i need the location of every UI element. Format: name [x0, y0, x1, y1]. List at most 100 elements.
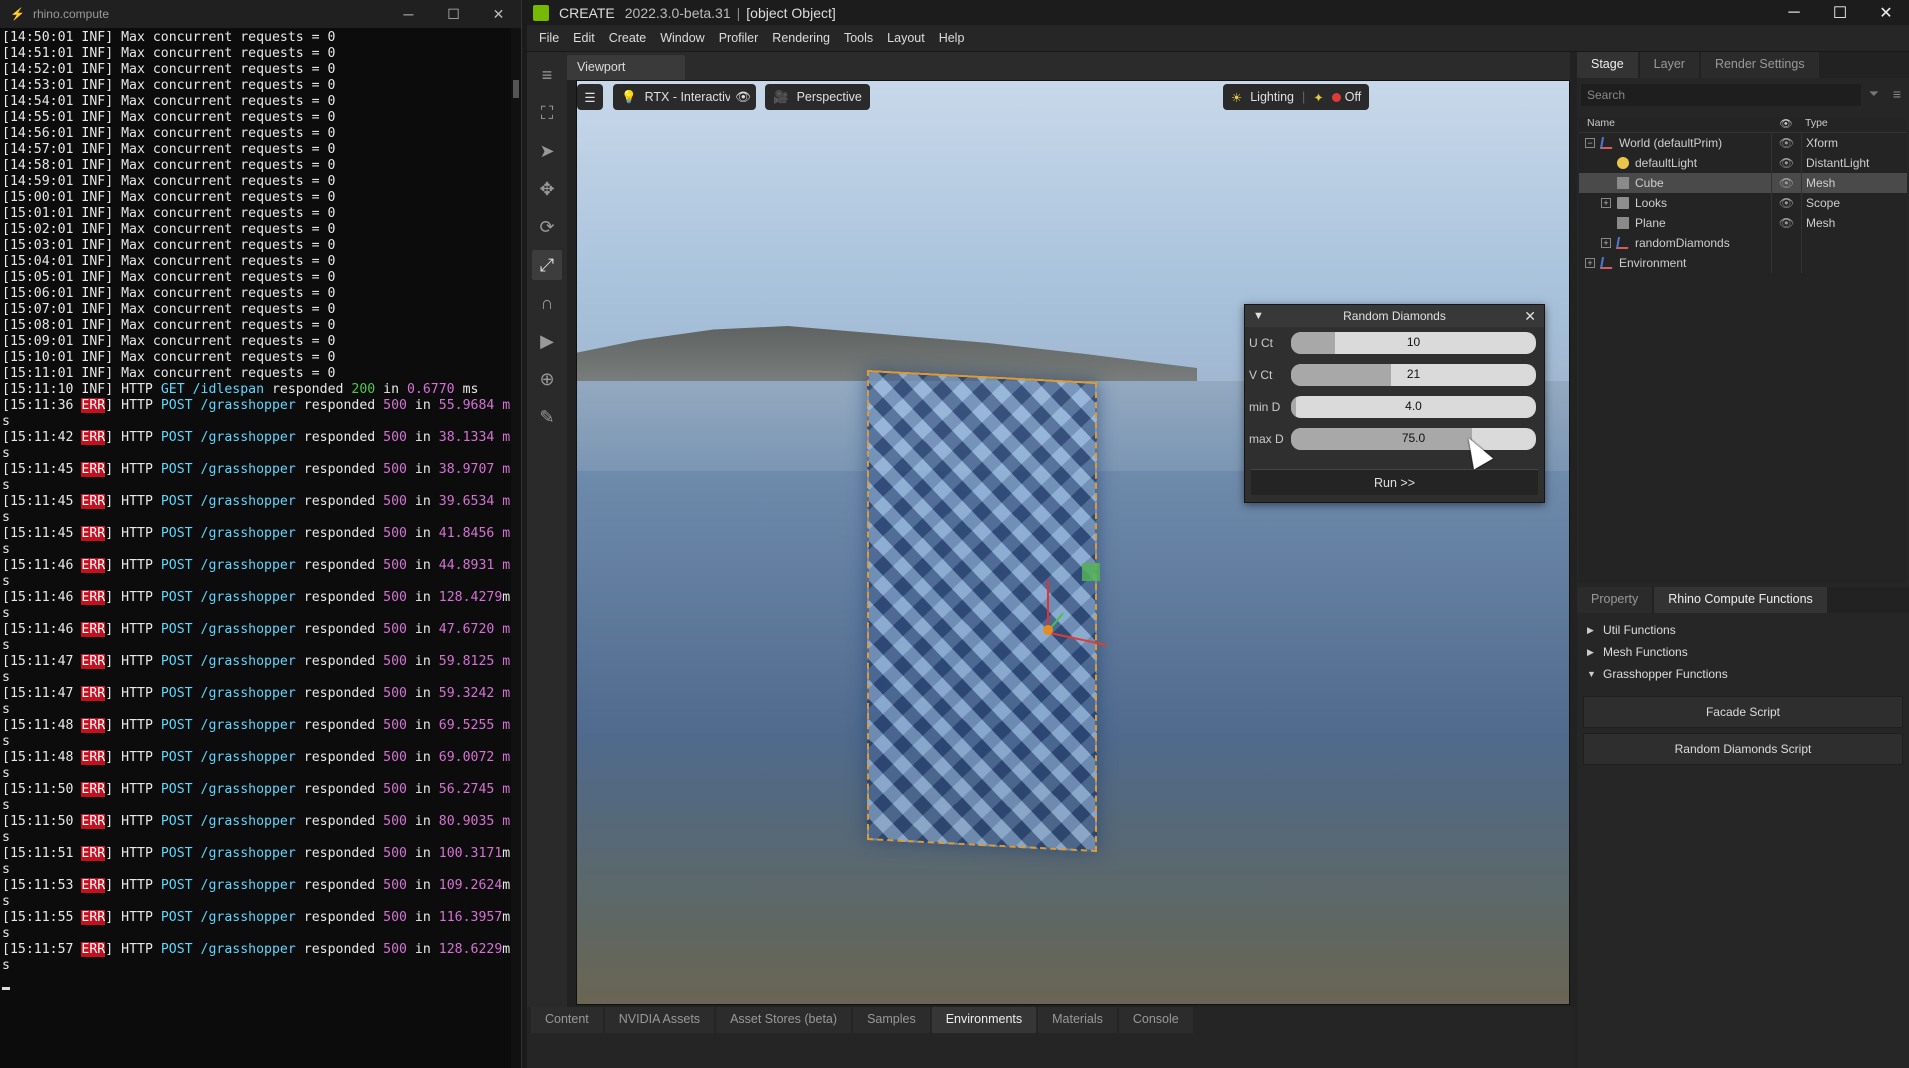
visibility-eye-icon[interactable]: 👁 — [1771, 213, 1801, 233]
log-method: POST — [160, 686, 201, 701]
tab-render-settings[interactable]: Render Settings — [1700, 52, 1819, 78]
tab-content[interactable]: Content — [531, 1007, 603, 1033]
menu-window[interactable]: Window — [660, 31, 704, 45]
tab-samples[interactable]: Samples — [853, 1007, 930, 1033]
tab-console[interactable]: Console — [1118, 1007, 1193, 1033]
options-icon[interactable]: ≡ — [1893, 86, 1901, 102]
script-button-2[interactable]: Random Diamonds Script — [1583, 733, 1903, 765]
log-level: INF] — [81, 206, 122, 221]
visibility-eye-icon[interactable]: 👁 — [1771, 153, 1801, 173]
log-status-code: 500 — [383, 846, 407, 861]
menu-layout[interactable]: Layout — [887, 31, 925, 45]
log-http: HTTP — [121, 430, 161, 445]
menu-profiler[interactable]: Profiler — [719, 31, 759, 45]
tab-layer[interactable]: Layer — [1639, 52, 1699, 78]
scrollbar-thumb[interactable] — [513, 80, 519, 98]
expand-icon[interactable]: + — [1601, 198, 1611, 208]
log-status-code: 500 — [383, 750, 407, 765]
gizmo-plane-handle[interactable] — [1082, 563, 1100, 581]
visibility-eye-icon[interactable]: 👁 — [1771, 193, 1801, 213]
viewport-canvas[interactable] — [576, 80, 1570, 1005]
menu-edit[interactable]: Edit — [573, 31, 595, 45]
tree-row[interactable]: + Environment — [1579, 253, 1907, 273]
expand-icon[interactable]: + — [1585, 258, 1595, 268]
param-slider[interactable]: 4.0 — [1291, 396, 1536, 418]
err-badge: ERR — [81, 622, 106, 637]
frame-icon[interactable]: ⛶ — [532, 98, 562, 128]
log-duration: 55.9684 m — [438, 398, 511, 413]
expand-icon[interactable]: + — [1601, 238, 1611, 248]
menu-tools[interactable]: Tools — [844, 31, 873, 45]
play-icon[interactable]: ▶ — [532, 326, 562, 356]
stage-search-input[interactable]: Search — [1581, 84, 1861, 106]
log-http: HTTP — [121, 750, 161, 765]
visibility-eye-icon[interactable] — [1771, 233, 1801, 253]
log-responded: responded — [295, 398, 384, 413]
lighting-button[interactable]: ☀ Lighting | ✦ Off — [1223, 84, 1370, 110]
tab-asset-stores-beta-[interactable]: Asset Stores (beta) — [716, 1007, 852, 1033]
param-slider[interactable]: 75.0 — [1291, 428, 1536, 450]
random-diamonds-mesh[interactable] — [867, 369, 1097, 853]
visibility-eye-icon[interactable]: 👁 — [1771, 133, 1801, 153]
terminal-scrollbar[interactable] — [511, 28, 521, 1068]
dialog-header[interactable]: ▼ Random Diamonds ✕ — [1245, 305, 1544, 327]
log-duration: 100.3171 — [438, 846, 503, 861]
function-section[interactable]: ▶ Mesh Functions — [1577, 641, 1909, 663]
tree-row[interactable]: + randomDiamonds — [1579, 233, 1907, 253]
close-icon[interactable]: ✕ — [1863, 3, 1909, 23]
tree-row[interactable]: + Looks 👁 Scope — [1579, 193, 1907, 213]
param-row: max D 75.0 — [1245, 423, 1544, 455]
gizmo-center[interactable] — [1043, 625, 1053, 635]
filter-icon[interactable]: ⏷ — [1869, 86, 1879, 102]
gizmo-y-axis[interactable] — [1047, 579, 1049, 629]
script-button-1[interactable]: Facade Script — [1583, 696, 1903, 728]
select-icon[interactable]: ➤ — [532, 136, 562, 166]
maximize-icon[interactable]: ☐ — [431, 6, 476, 23]
minimize-icon[interactable]: ─ — [386, 6, 431, 22]
tree-row[interactable]: Cube 👁 Mesh — [1579, 173, 1907, 193]
collapse-icon[interactable]: ▼ — [1253, 310, 1264, 322]
tab-environments[interactable]: Environments — [931, 1007, 1037, 1033]
tab-nvidia-assets[interactable]: NVIDIA Assets — [604, 1007, 715, 1033]
tree-row[interactable]: Plane 👁 Mesh — [1579, 213, 1907, 233]
expand-icon[interactable]: − — [1585, 138, 1595, 148]
minimize-icon[interactable]: ─ — [1771, 4, 1817, 22]
terminal-log[interactable]: [14:50:01 INF] Max concurrent requests =… — [0, 28, 521, 1068]
settings-sliders-icon[interactable]: ☰ — [577, 84, 603, 110]
tab-materials[interactable]: Materials — [1038, 1007, 1117, 1033]
close-icon[interactable]: ✕ — [1524, 308, 1536, 325]
close-icon[interactable]: ✕ — [476, 6, 521, 23]
scale-icon[interactable]: ⤢ — [532, 250, 562, 280]
rotate-icon[interactable]: ⟳ — [532, 212, 562, 242]
run-button[interactable]: Run >> — [1251, 469, 1538, 495]
function-section[interactable]: ▶ Util Functions — [1577, 619, 1909, 641]
maximize-icon[interactable]: ☐ — [1817, 3, 1863, 23]
tab-stage[interactable]: Stage — [1577, 52, 1638, 78]
menu-create[interactable]: Create — [609, 31, 647, 45]
move-icon[interactable]: ✥ — [532, 174, 562, 204]
tab-rhino-compute-functions[interactable]: Rhino Compute Functions — [1654, 587, 1827, 613]
paint-icon[interactable]: ✎ — [532, 402, 562, 432]
menu-rendering[interactable]: Rendering — [772, 31, 830, 45]
prim-name: Plane — [1635, 216, 1666, 230]
param-slider[interactable]: 10 — [1291, 332, 1536, 354]
eye-icon[interactable]: 👁 — [730, 84, 756, 110]
menu-icon[interactable]: ≡ — [532, 60, 562, 90]
param-slider[interactable]: 21 — [1291, 364, 1536, 386]
pivot-icon[interactable]: ⊕ — [532, 364, 562, 394]
camera-button[interactable]: 🎥 Perspective — [765, 84, 870, 110]
menu-file[interactable]: File — [539, 31, 559, 45]
visibility-eye-icon[interactable] — [1771, 253, 1801, 273]
tab-property[interactable]: Property — [1577, 587, 1653, 613]
renderer-button[interactable]: 💡 RTX - Interactive — [613, 84, 747, 110]
tab-viewport[interactable]: Viewport — [567, 55, 685, 80]
log-in: in — [406, 718, 439, 733]
tree-row[interactable]: − World (defaultPrim) 👁 Xform — [1579, 133, 1907, 153]
menu-help[interactable]: Help — [939, 31, 965, 45]
log-path: /grasshopper — [200, 430, 296, 445]
function-section[interactable]: ▼ Grasshopper Functions — [1577, 663, 1909, 685]
snap-icon[interactable]: ∩ — [532, 288, 562, 318]
tree-row[interactable]: defaultLight 👁 DistantLight — [1579, 153, 1907, 173]
record-icon — [1331, 92, 1341, 102]
visibility-eye-icon[interactable]: 👁 — [1771, 173, 1801, 193]
